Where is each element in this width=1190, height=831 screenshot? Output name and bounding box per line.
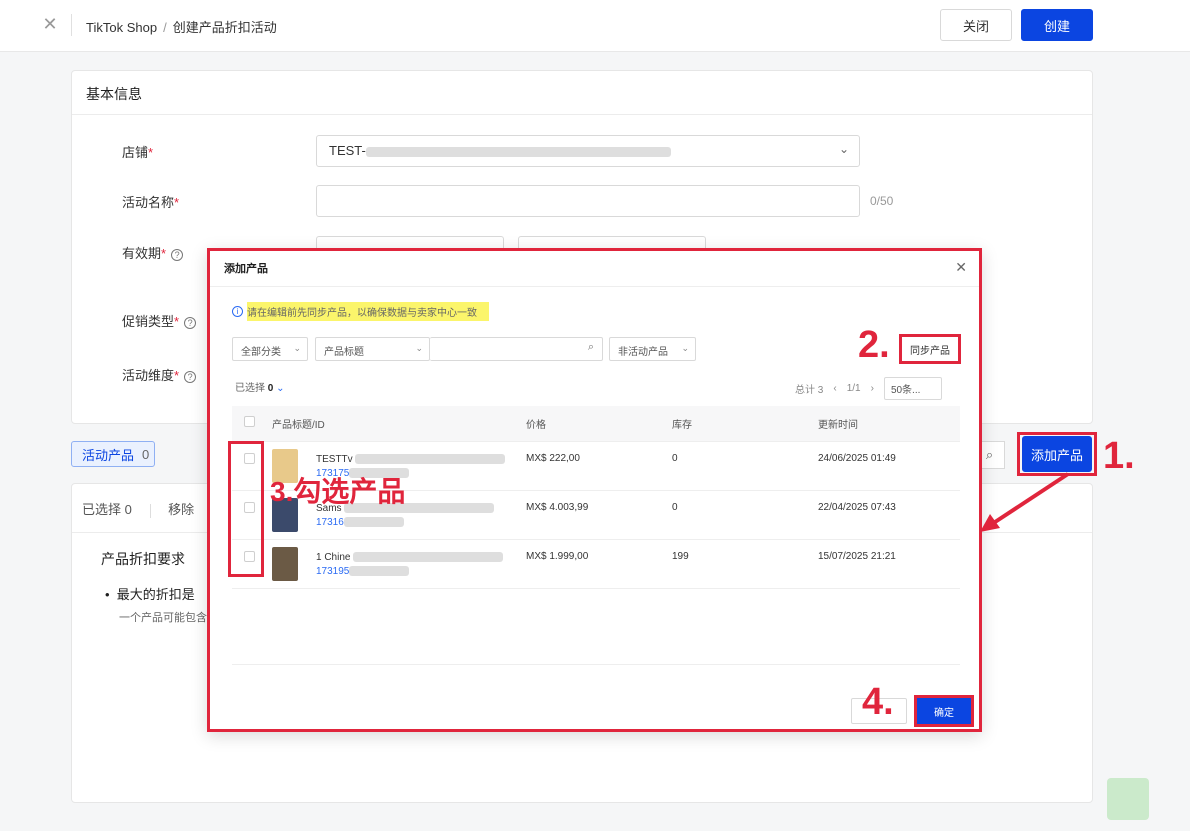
help-circle-icon[interactable]: ?	[184, 370, 197, 383]
store-select[interactable]: TEST- ⌄	[316, 135, 860, 167]
chevron-down-icon: ⌄	[293, 343, 301, 353]
tab-count: 0	[142, 446, 150, 462]
confirm-button[interactable]: 确定	[914, 695, 974, 727]
floating-widget[interactable]	[1107, 778, 1149, 820]
price-cell: MX$ 4.003,99	[526, 490, 672, 540]
help-circle-icon[interactable]: ?	[184, 316, 197, 329]
divider	[149, 503, 151, 518]
search-field-select[interactable]: 产品标题 ⌄	[315, 337, 430, 361]
dimension-label: 活动维度*?	[122, 365, 197, 384]
stock-cell: 199	[672, 539, 818, 589]
promo-type-label: 促销类型*?	[122, 311, 197, 330]
updated-cell: 24/06/2025 01:49	[818, 441, 960, 491]
requirement-description: 一个产品可能包含	[119, 612, 207, 624]
divider	[71, 14, 72, 36]
stock-cell: 0	[672, 441, 818, 491]
annotation-step-1: 1.	[1103, 435, 1135, 477]
total-count: 总计 3	[795, 385, 824, 396]
redacted-text	[365, 146, 671, 157]
select-all-checkbox[interactable]	[244, 416, 255, 428]
highlight-box-checkboxes	[228, 441, 264, 577]
status-filter[interactable]: 非活动产品 ⌄	[609, 337, 696, 361]
divider	[72, 114, 1092, 115]
product-name[interactable]: 1 Chine 173195	[316, 551, 504, 579]
search-input[interactable]: ⌕	[430, 337, 603, 361]
annotation-arrow	[980, 472, 1070, 532]
selected-label: 已选择	[82, 502, 122, 517]
category-filter[interactable]: 全部分类 ⌄	[232, 337, 308, 361]
divider	[232, 664, 960, 665]
activity-name-label: 活动名称*	[122, 195, 180, 210]
table-header-row: 产品标题/ID 价格 库存 更新时间	[232, 406, 960, 442]
info-icon: i	[232, 306, 243, 317]
breadcrumb-current: 创建产品折扣活动	[172, 20, 277, 35]
annotation-step-2: 2.	[858, 324, 890, 366]
next-page-icon[interactable]: ›	[871, 383, 874, 394]
column-header: 库存	[672, 406, 818, 442]
store-label: 店铺*	[122, 145, 154, 160]
sync-notice: i 请在编辑前先同步产品，以确保数据与卖家中心一致	[232, 302, 489, 321]
help-circle-icon[interactable]: ?	[171, 248, 184, 261]
validity-label: 有效期*?	[122, 243, 184, 262]
product-thumbnail	[272, 546, 298, 581]
breadcrumb: TikTok Shop / 创建产品折扣活动	[86, 17, 277, 36]
updated-cell: 22/04/2025 07:43	[818, 490, 960, 540]
updated-cell: 15/07/2025 21:21	[818, 539, 960, 589]
close-icon[interactable]: ✕	[955, 259, 967, 276]
column-header: 价格	[526, 406, 672, 442]
tab-label: 活动产品	[82, 447, 135, 463]
chevron-down-icon: ⌄	[415, 343, 423, 353]
activity-name-input[interactable]	[316, 185, 860, 217]
pagination: 总计 3 ‹ 1/1 › 50条...	[795, 377, 942, 400]
requirement-bullet: • 最大的折扣是	[105, 587, 195, 602]
char-counter: 0/50	[870, 194, 894, 208]
create-button[interactable]: 创建	[1021, 9, 1093, 41]
annotation-step-3: 3.勾选产品	[270, 476, 406, 507]
selected-count: 0	[124, 502, 132, 517]
page-indicator: 1/1	[846, 383, 861, 394]
prev-page-icon[interactable]: ‹	[833, 383, 836, 394]
card-title: 基本信息	[86, 86, 142, 102]
breadcrumb-separator: /	[163, 20, 167, 35]
stock-cell: 0	[672, 490, 818, 540]
close-button[interactable]: 关闭	[940, 9, 1012, 41]
modal-title: 添加产品	[224, 263, 268, 275]
table-row[interactable]: 1 Chine 173195 MX$ 1.999,00 199 15/07/20…	[232, 539, 960, 589]
search-icon[interactable]: ⌕	[588, 341, 594, 354]
selected-summary[interactable]: 已选择 0 ⌄	[235, 379, 285, 394]
column-header: 更新时间	[818, 406, 960, 442]
chevron-down-icon: ⌄	[276, 383, 285, 394]
price-cell: MX$ 1.999,00	[526, 539, 672, 589]
selection-row: 已选择 0 移除	[82, 499, 194, 518]
top-bar: ✕ TikTok Shop / 创建产品折扣活动 关闭 创建	[0, 0, 1190, 52]
breadcrumb-root[interactable]: TikTok Shop	[86, 20, 157, 35]
divider	[210, 286, 979, 287]
annotation-step-4: 4.	[862, 681, 894, 723]
tab-activity-products[interactable]: 活动产品 0	[71, 441, 155, 467]
column-header: 产品标题/ID	[272, 406, 526, 442]
requirements-title: 产品折扣要求	[101, 551, 185, 567]
chevron-down-icon: ⌄	[838, 142, 849, 156]
chevron-down-icon: ⌄	[681, 343, 689, 353]
store-value: TEST-	[329, 143, 366, 158]
notice-text: 请在编辑前先同步产品，以确保数据与卖家中心一致	[247, 302, 489, 321]
remove-button[interactable]: 移除	[168, 502, 194, 517]
sync-products-button[interactable]: 同步产品	[899, 334, 961, 364]
price-cell: MX$ 222,00	[526, 441, 672, 491]
close-icon[interactable]: ✕	[40, 14, 60, 35]
page-size-select[interactable]: 50条...	[883, 377, 942, 400]
